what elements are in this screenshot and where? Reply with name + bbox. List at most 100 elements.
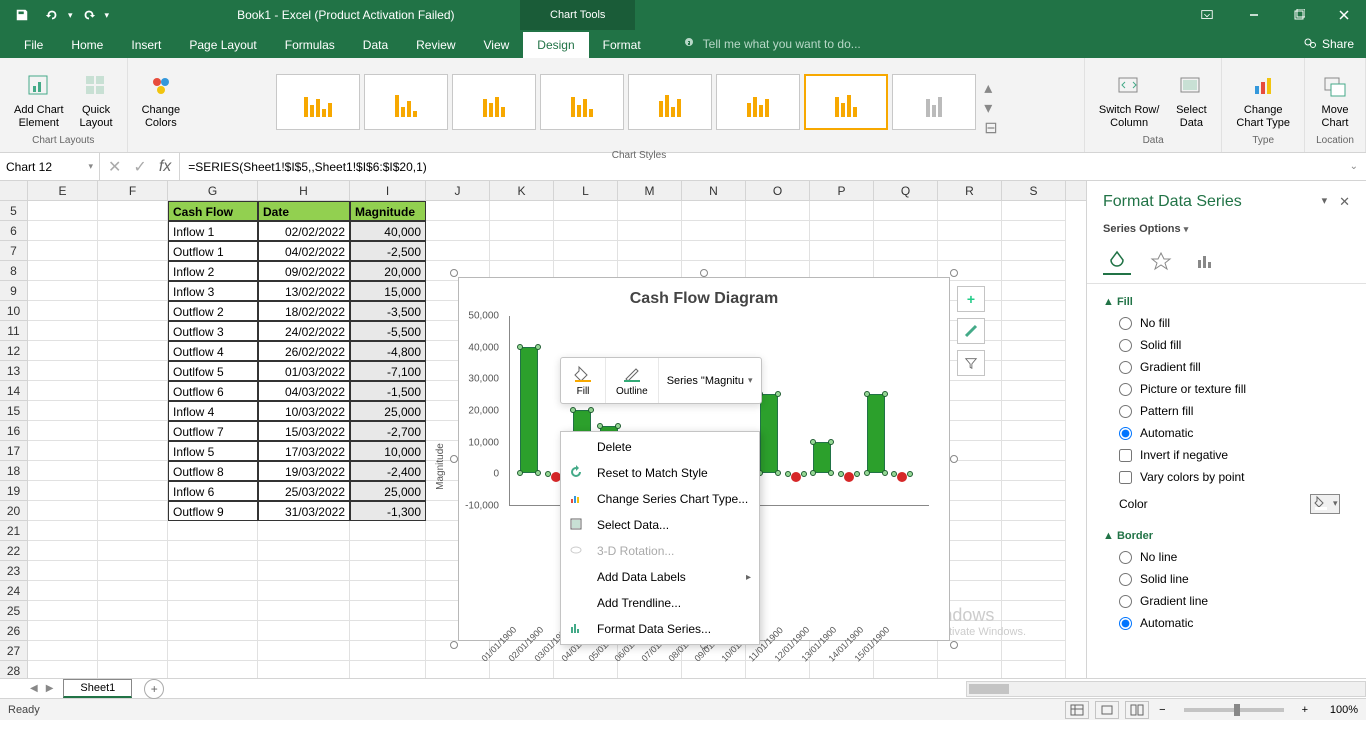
ctx-reset-style[interactable]: Reset to Match Style xyxy=(561,460,759,486)
save-icon[interactable] xyxy=(8,3,36,27)
automatic-fill-radio[interactable] xyxy=(1119,427,1132,440)
cell-G13[interactable]: Outlfow 5 xyxy=(168,361,258,381)
vary-colors-checkbox[interactable] xyxy=(1119,471,1132,484)
cell-S16[interactable] xyxy=(1002,421,1066,441)
cell-N5[interactable] xyxy=(682,201,746,221)
cell-P7[interactable] xyxy=(810,241,874,261)
negative-marker-14[interactable] xyxy=(897,472,907,482)
page-break-view-icon[interactable] xyxy=(1125,701,1149,719)
cell-H28[interactable] xyxy=(258,661,350,678)
column-header-F[interactable]: F xyxy=(98,181,168,200)
cell-S13[interactable] xyxy=(1002,361,1066,381)
cell-E13[interactable] xyxy=(28,361,98,381)
share-button[interactable]: Share xyxy=(1290,30,1366,58)
minimize-button[interactable] xyxy=(1231,0,1276,30)
cell-F10[interactable] xyxy=(98,301,168,321)
cell-M5[interactable] xyxy=(618,201,682,221)
cell-E24[interactable] xyxy=(28,581,98,601)
select-all-corner[interactable] xyxy=(0,181,28,201)
column-header-K[interactable]: K xyxy=(490,181,554,200)
cell-F9[interactable] xyxy=(98,281,168,301)
cell-G21[interactable] xyxy=(168,521,258,541)
cell-H7[interactable]: 04/02/2022 xyxy=(258,241,350,261)
horizontal-scrollbar[interactable] xyxy=(966,681,1366,697)
row-header-14[interactable]: 14 xyxy=(0,381,27,401)
ctx-change-chart-type[interactable]: Change Series Chart Type... xyxy=(561,486,759,512)
add-chart-element-button[interactable]: Add Chart Element xyxy=(8,68,70,132)
cell-I27[interactable] xyxy=(350,641,426,661)
sheet-tab-sheet1[interactable]: Sheet1 xyxy=(63,679,132,698)
cell-S25[interactable] xyxy=(1002,601,1066,621)
undo-icon[interactable] xyxy=(38,3,66,27)
cell-O7[interactable] xyxy=(746,241,810,261)
cell-I13[interactable]: -7,100 xyxy=(350,361,426,381)
bar-0[interactable] xyxy=(520,347,538,474)
cancel-formula-icon[interactable]: ✕ xyxy=(108,157,121,177)
column-header-L[interactable]: L xyxy=(554,181,618,200)
cell-H27[interactable] xyxy=(258,641,350,661)
pattern-fill-radio[interactable] xyxy=(1119,405,1132,418)
zoom-level[interactable]: 100% xyxy=(1318,704,1358,716)
cell-G10[interactable]: Outflow 2 xyxy=(168,301,258,321)
worksheet-grid[interactable]: EFGHIJKLMNOPQRS 567891011121314151617181… xyxy=(0,181,1086,678)
cell-Q27[interactable] xyxy=(874,641,938,661)
series-options-tab-icon[interactable] xyxy=(1191,247,1219,275)
cell-I6[interactable]: 40,000 xyxy=(350,221,426,241)
normal-view-icon[interactable] xyxy=(1065,701,1089,719)
cell-I11[interactable]: -5,500 xyxy=(350,321,426,341)
cell-F21[interactable] xyxy=(98,521,168,541)
cell-E27[interactable] xyxy=(28,641,98,661)
cell-F12[interactable] xyxy=(98,341,168,361)
row-header-26[interactable]: 26 xyxy=(0,621,27,641)
cell-F11[interactable] xyxy=(98,321,168,341)
cell-I14[interactable]: -1,500 xyxy=(350,381,426,401)
cell-J7[interactable] xyxy=(426,241,490,261)
pane-subtitle[interactable]: Series Options xyxy=(1103,223,1181,235)
cell-G9[interactable]: Inflow 3 xyxy=(168,281,258,301)
cell-G14[interactable]: Outflow 6 xyxy=(168,381,258,401)
cell-I19[interactable]: 25,000 xyxy=(350,481,426,501)
cell-L6[interactable] xyxy=(554,221,618,241)
cell-G19[interactable]: Inflow 6 xyxy=(168,481,258,501)
enter-formula-icon[interactable]: ✓ xyxy=(133,157,146,177)
cell-S20[interactable] xyxy=(1002,501,1066,521)
row-header-10[interactable]: 10 xyxy=(0,301,27,321)
cell-S5[interactable] xyxy=(1002,201,1066,221)
chart-style-3[interactable] xyxy=(452,74,536,130)
row-header-5[interactable]: 5 xyxy=(0,201,27,221)
cell-E9[interactable] xyxy=(28,281,98,301)
cell-N7[interactable] xyxy=(682,241,746,261)
bar-11[interactable] xyxy=(813,442,831,474)
negative-marker-12[interactable] xyxy=(844,472,854,482)
cell-F28[interactable] xyxy=(98,661,168,678)
cell-O5[interactable] xyxy=(746,201,810,221)
row-header-6[interactable]: 6 xyxy=(0,221,27,241)
row-header-22[interactable]: 22 xyxy=(0,541,27,561)
solid-fill-radio[interactable] xyxy=(1119,339,1132,352)
cell-E20[interactable] xyxy=(28,501,98,521)
prev-sheet-icon[interactable]: ◀ xyxy=(30,683,38,694)
cell-I24[interactable] xyxy=(350,581,426,601)
cell-S6[interactable] xyxy=(1002,221,1066,241)
cell-S21[interactable] xyxy=(1002,521,1066,541)
tab-design[interactable]: Design xyxy=(523,32,588,58)
cell-Q28[interactable] xyxy=(874,661,938,678)
row-header-27[interactable]: 27 xyxy=(0,641,27,661)
cell-E25[interactable] xyxy=(28,601,98,621)
close-button[interactable] xyxy=(1321,0,1366,30)
cell-Q6[interactable] xyxy=(874,221,938,241)
row-header-25[interactable]: 25 xyxy=(0,601,27,621)
cell-L28[interactable] xyxy=(554,661,618,678)
cell-F27[interactable] xyxy=(98,641,168,661)
cell-I25[interactable] xyxy=(350,601,426,621)
ctx-add-data-labels[interactable]: Add Data Labels ▸ xyxy=(561,564,759,590)
cell-E18[interactable] xyxy=(28,461,98,481)
row-header-12[interactable]: 12 xyxy=(0,341,27,361)
column-header-E[interactable]: E xyxy=(28,181,98,200)
cell-G15[interactable]: Inflow 4 xyxy=(168,401,258,421)
row-header-21[interactable]: 21 xyxy=(0,521,27,541)
maximize-button[interactable] xyxy=(1276,0,1321,30)
cell-E15[interactable] xyxy=(28,401,98,421)
zoom-slider[interactable] xyxy=(1184,708,1284,712)
tab-file[interactable]: File xyxy=(10,32,57,58)
